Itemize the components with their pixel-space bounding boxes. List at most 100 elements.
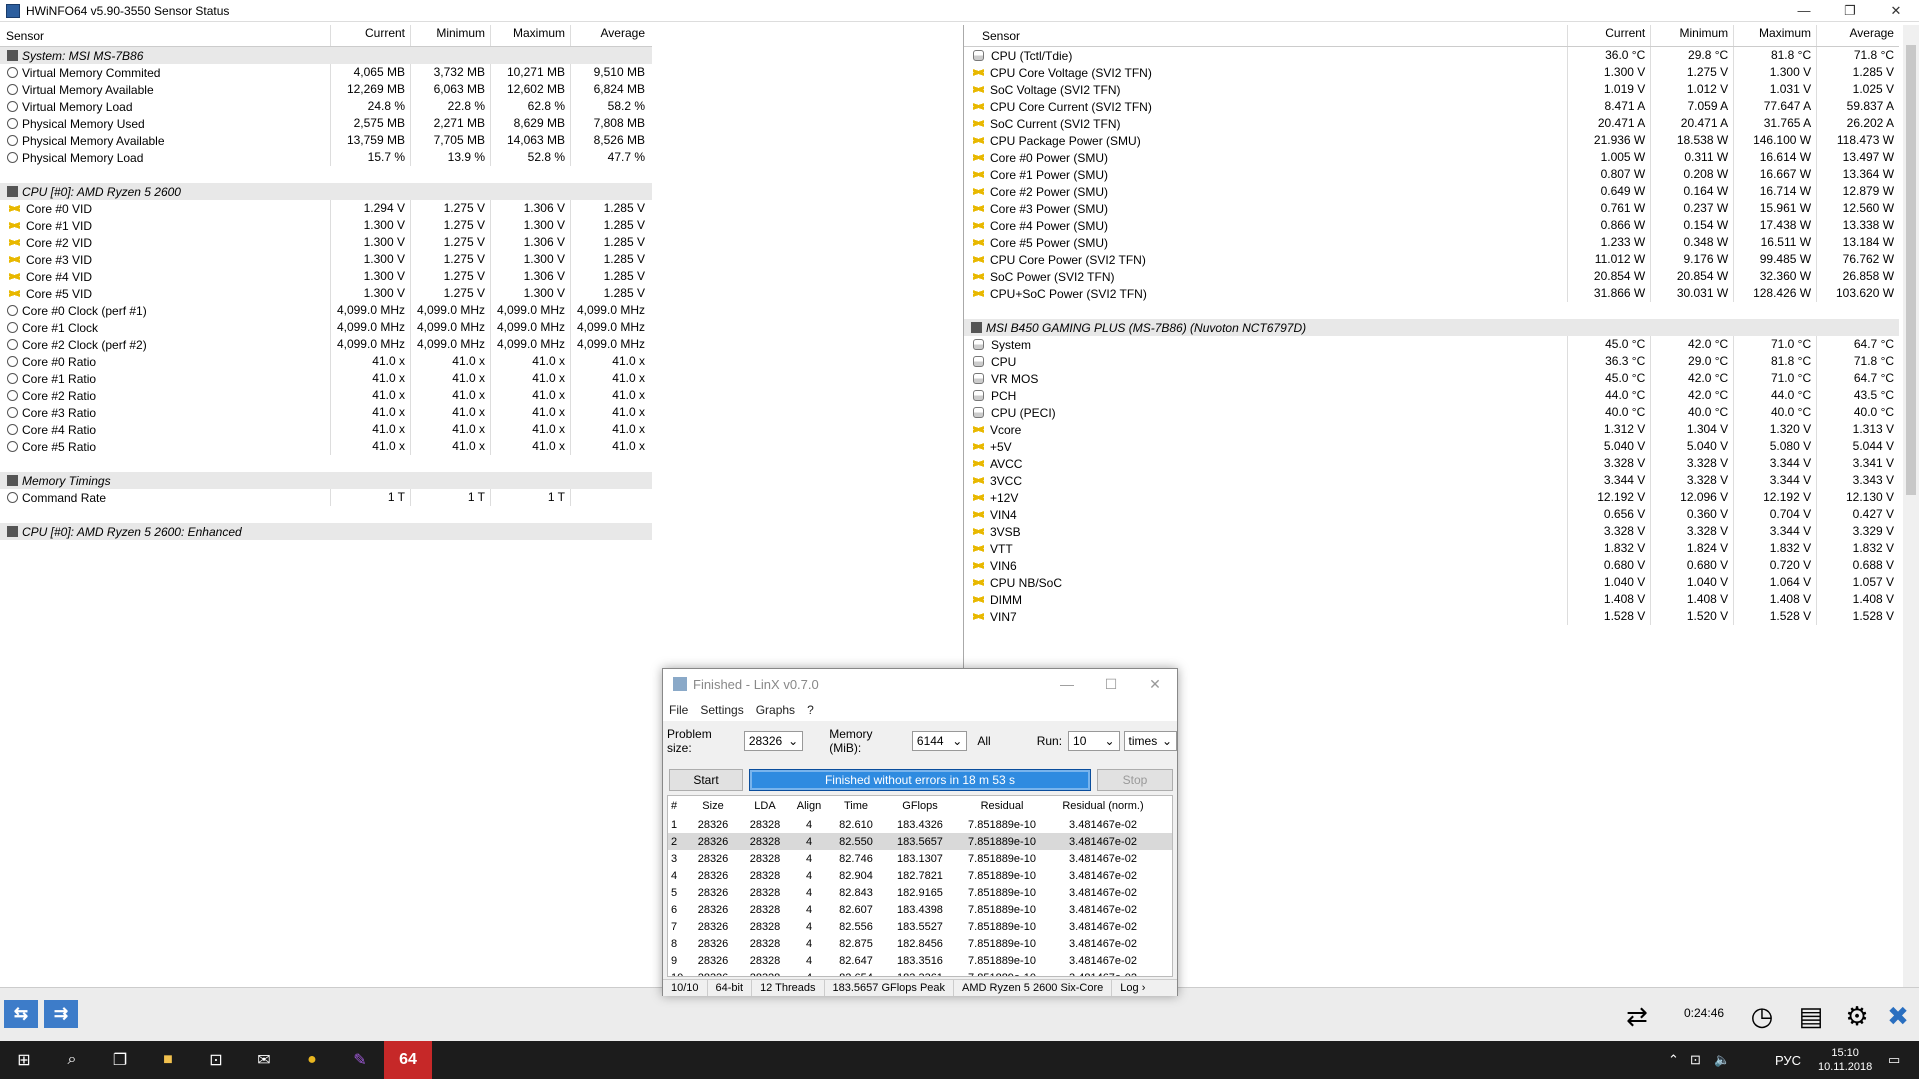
volume-icon[interactable]: 🔈 xyxy=(1714,1041,1730,1079)
network-switch-icon[interactable]: ⇄ xyxy=(1617,996,1657,1036)
result-row[interactable]: 6 28326 28328 4 82.607 183.4398 7.851889e-10 3.… xyxy=(668,901,1172,918)
sensor-row[interactable]: SoC Current (SVI2 TFN) 20.471 A 20.471 A 31… xyxy=(964,115,1899,132)
sensor-row[interactable]: Core #2 VID 1.300 V 1.275 V 1.306 V 1.285 V xyxy=(0,234,652,251)
sensor-row[interactable]: CPU Core Voltage (SVI2 TFN) 1.300 V 1.275 … xyxy=(964,64,1899,81)
minimize-button[interactable]: — xyxy=(1781,0,1827,22)
menu-file[interactable]: File xyxy=(669,703,688,717)
sensor-row[interactable]: Core #1 Power (SMU) 0.807 W 0.208 W 16.667 … xyxy=(964,166,1899,183)
clock[interactable]: 15:10 10.11.2018 xyxy=(1818,1041,1872,1079)
run-unit-select[interactable]: times ⌄ xyxy=(1123,731,1177,751)
sensor-row[interactable]: VTT 1.832 V 1.824 V 1.832 V 1.832 V xyxy=(964,540,1899,557)
file-explorer-icon[interactable]: ■ xyxy=(144,1041,192,1079)
sensor-row[interactable]: CPU Core Power (SVI2 TFN) 11.012 W 9.176 W… xyxy=(964,251,1899,268)
result-row[interactable]: 102832628328482.654183.33617.851889e-103… xyxy=(668,969,1172,977)
sensor-row[interactable]: VR MOS 45.0 °C 42.0 °C 71.0 °C 64.7 °C xyxy=(964,370,1899,387)
sensor-row[interactable]: Core #2 Ratio 41.0 x 41.0 x 41.0 x 41.0 x xyxy=(0,387,652,404)
col-minimum[interactable]: Minimum xyxy=(1650,25,1733,46)
result-row[interactable]: 7 28326 28328 4 82.556 183.5527 7.851889e-10 3.… xyxy=(668,918,1172,935)
sensor-row[interactable]: 3VSB 3.328 V 3.328 V 3.344 V 3.329 V xyxy=(964,523,1899,540)
sensor-row[interactable]: Core #0 Ratio 41.0 x 41.0 x 41.0 x 41.0 x xyxy=(0,353,652,370)
all-memory-checkbox[interactable]: All xyxy=(977,734,990,748)
col-average[interactable]: Average xyxy=(570,25,650,46)
close-sensors-icon[interactable]: ✖ xyxy=(1878,996,1918,1036)
linx-maximize-icon[interactable]: ☐ xyxy=(1089,676,1133,693)
sensor-row[interactable]: Core #1 VID 1.300 V 1.275 V 1.300 V 1.285 V xyxy=(0,217,652,234)
sensor-section-header[interactable]: CPU [#0]: AMD Ryzen 5 2600 xyxy=(0,183,652,200)
sensor-row[interactable]: CPU 36.3 °C 29.0 °C 81.8 °C 71.8 °C xyxy=(964,353,1899,370)
col-sensor[interactable]: Sensor xyxy=(964,25,1567,46)
restore-button[interactable]: ❐ xyxy=(1827,0,1873,22)
sensor-row[interactable]: Core #0 VID 1.294 V 1.275 V 1.306 V 1.285 V xyxy=(0,200,652,217)
col-minimum[interactable]: Minimum xyxy=(410,25,490,46)
expand-collapse-icon[interactable]: ⇆ xyxy=(4,1000,38,1028)
col-maximum[interactable]: Maximum xyxy=(1733,25,1816,46)
sensor-row[interactable]: AVCC 3.328 V 3.328 V 3.344 V 3.341 V xyxy=(964,455,1899,472)
sensor-row[interactable]: Core #0 Power (SMU) 1.005 W 0.311 W 16.614 … xyxy=(964,149,1899,166)
network-icon[interactable]: ⊡ xyxy=(1690,1041,1701,1079)
result-row[interactable]: 1 28326 28328 4 82.610 183.4326 7.851889e-10 3.… xyxy=(668,816,1172,833)
sensor-row[interactable]: CPU (Tctl/Tdie) 36.0 °C 29.8 °C 81.8 °C 71.8… xyxy=(964,47,1899,64)
feather-icon[interactable]: ✎ xyxy=(336,1041,384,1079)
sensor-row[interactable]: +12V 12.192 V 12.096 V 12.192 V 12.130 V xyxy=(964,489,1899,506)
expand-collapse-icon[interactable]: ⇉ xyxy=(44,1000,78,1028)
result-row[interactable]: 9 28326 28328 4 82.647 183.3516 7.851889e-10 3.… xyxy=(668,952,1172,969)
sensor-row[interactable]: Core #4 VID 1.300 V 1.275 V 1.306 V 1.285 V xyxy=(0,268,652,285)
sensor-section-header[interactable]: MSI B450 GAMING PLUS (MS-7B86) (Nuvoton … xyxy=(964,319,1899,336)
sensor-section-header[interactable]: CPU [#0]: AMD Ryzen 5 2600: Enhanced xyxy=(0,523,652,540)
result-row[interactable]: 8 28326 28328 4 82.875 182.8456 7.851889e-10 3.… xyxy=(668,935,1172,952)
settings-gear-icon[interactable]: ⚙ xyxy=(1837,996,1877,1036)
result-row[interactable]: 3 28326 28328 4 82.746 183.1307 7.851889e-10 3.… xyxy=(668,850,1172,867)
vertical-scrollbar[interactable] xyxy=(1903,25,1919,987)
col-maximum[interactable]: Maximum xyxy=(490,25,570,46)
col-current[interactable]: Current xyxy=(330,25,410,46)
tray-chevron-icon[interactable]: ⌃ xyxy=(1668,1041,1679,1079)
windows-start-icon[interactable]: ⊞ xyxy=(0,1041,48,1079)
problem-size-select[interactable]: 28326 ⌄ xyxy=(743,731,804,751)
sensor-row[interactable]: Core #5 Power (SMU) 1.233 W 0.348 W 16.511 … xyxy=(964,234,1899,251)
close-button[interactable]: ✕ xyxy=(1873,0,1919,22)
sensor-row[interactable]: Core #2 Power (SMU) 0.649 W 0.164 W 16.714 … xyxy=(964,183,1899,200)
mail-icon[interactable]: ✉ xyxy=(240,1041,288,1079)
chrome-icon[interactable]: ● xyxy=(288,1041,336,1079)
linx-close-icon[interactable]: ✕ xyxy=(1133,676,1177,693)
col-sensor[interactable]: Sensor xyxy=(0,25,330,46)
sensor-section-header[interactable]: System: MSI MS-7B86 xyxy=(0,47,652,64)
clock-icon[interactable]: ◷ xyxy=(1742,996,1782,1036)
language-indicator[interactable]: РУС xyxy=(1775,1041,1801,1079)
col-average[interactable]: Average xyxy=(1816,25,1899,46)
task-view-icon[interactable]: ❐ xyxy=(96,1041,144,1079)
sensor-row[interactable]: CPU+SoC Power (SVI2 TFN) 31.866 W 30.031 W… xyxy=(964,285,1899,302)
sensor-row[interactable]: CPU Package Power (SMU) 21.936 W 18.538 W1… xyxy=(964,132,1899,149)
sensor-row[interactable]: +5V 5.040 V 5.040 V 5.080 V 5.044 V xyxy=(964,438,1899,455)
sensor-row[interactable]: System 45.0 °C 42.0 °C 71.0 °C 64.7 °C xyxy=(964,336,1899,353)
stop-button[interactable]: Stop xyxy=(1097,769,1173,791)
sensor-row[interactable]: Virtual Memory Load 24.8 % 22.8 % 62.8 % 58.… xyxy=(0,98,652,115)
result-row[interactable]: 4 28326 28328 4 82.904 182.7821 7.851889e-10 3.… xyxy=(668,867,1172,884)
sensor-row[interactable]: Core #5 VID 1.300 V 1.275 V 1.300 V 1.285 V xyxy=(0,285,652,302)
sensor-row[interactable]: Core #3 Power (SMU) 0.761 W 0.237 W 15.961 … xyxy=(964,200,1899,217)
sensor-row[interactable]: Physical Memory Available 13,759 MB 7,705 … xyxy=(0,132,652,149)
sensor-row[interactable]: PCH 44.0 °C 42.0 °C 44.0 °C 43.5 °C xyxy=(964,387,1899,404)
sensor-row[interactable]: Vcore 1.312 V 1.304 V 1.320 V 1.313 V xyxy=(964,421,1899,438)
sensor-row[interactable]: SoC Power (SVI2 TFN) 20.854 W 20.854 W 32.3… xyxy=(964,268,1899,285)
col-current[interactable]: Current xyxy=(1567,25,1650,46)
start-button[interactable]: Start xyxy=(669,769,743,791)
linx-minimize-icon[interactable]: — xyxy=(1045,676,1089,693)
sensor-row[interactable]: CPU Core Current (SVI2 TFN) 8.471 A 7.059 … xyxy=(964,98,1899,115)
sensor-row[interactable]: Physical Memory Load 15.7 % 13.9 % 52.8 % 47… xyxy=(0,149,652,166)
sensor-row[interactable]: Physical Memory Used 2,575 MB 2,271 MB 8,62… xyxy=(0,115,652,132)
sensor-section-header[interactable]: Memory Timings xyxy=(0,472,652,489)
sensor-row[interactable]: SoC Voltage (SVI2 TFN) 1.019 V 1.012 V 1.03… xyxy=(964,81,1899,98)
menu-graphs[interactable]: Graphs xyxy=(756,703,795,717)
sensor-row[interactable]: VIN7 1.528 V 1.520 V 1.528 V 1.528 V xyxy=(964,608,1899,625)
sensor-row[interactable]: Core #3 VID 1.300 V 1.275 V 1.300 V 1.285 V xyxy=(0,251,652,268)
sensor-row[interactable]: VIN6 0.680 V 0.680 V 0.720 V 0.688 V xyxy=(964,557,1899,574)
sensor-row[interactable]: Core #0 Clock (perf #1) 4,099.0 MHz 4,099.… xyxy=(0,302,652,319)
sensor-row[interactable]: 3VCC 3.344 V 3.328 V 3.344 V 3.343 V xyxy=(964,472,1899,489)
sensor-row[interactable]: Core #1 Clock 4,099.0 MHz 4,099.0 MHz 4,099… xyxy=(0,319,652,336)
sensor-row[interactable]: Virtual Memory Commited 4,065 MB 3,732 MB 1… xyxy=(0,64,652,81)
sensor-row[interactable]: Core #3 Ratio 41.0 x 41.0 x 41.0 x 41.0 x xyxy=(0,404,652,421)
result-row[interactable]: 5 28326 28328 4 82.843 182.9165 7.851889e-10 3.… xyxy=(668,884,1172,901)
sensor-row[interactable]: CPU NB/SoC 1.040 V 1.040 V 1.064 V 1.057 V xyxy=(964,574,1899,591)
sensor-row[interactable]: Core #2 Clock (perf #2) 4,099.0 MHz 4,099.… xyxy=(0,336,652,353)
